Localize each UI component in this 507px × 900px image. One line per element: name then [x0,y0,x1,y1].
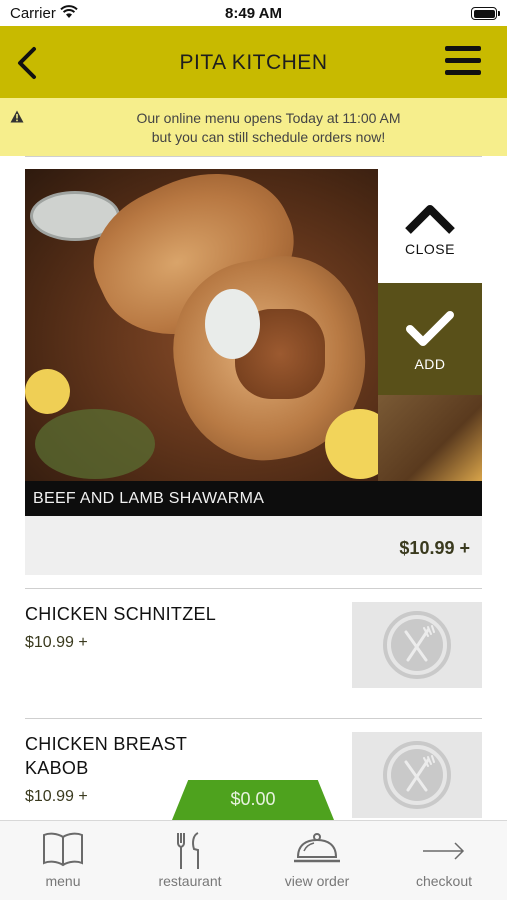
fork-knife-icon [127,831,253,871]
tab-checkout[interactable]: checkout [381,821,507,900]
notice-text: Our online menu opens Today at 11:00 AM … [30,109,507,147]
tab-restaurant[interactable]: restaurant [127,821,253,900]
status-bar: Carrier 8:49 AM [0,0,507,26]
sauce-shape [205,289,260,359]
item-price: $10.99 + [25,634,88,651]
add-label: ADD [414,356,446,372]
fork-knife-placeholder-icon [383,741,451,809]
close-button[interactable]: CLOSE [378,169,482,283]
featured-item-price: $10.99 + [399,538,470,558]
item-thumbnail[interactable] [352,602,482,688]
nav-bar: PITA KITCHEN [0,26,507,98]
arrow-right-icon [381,831,507,867]
featured-item-price-row: $10.99 + [25,516,482,575]
divider [25,588,482,589]
cloche-icon [254,831,380,867]
item-name: CHICKEN SCHNITZEL [25,604,217,624]
tab-label: checkout [415,873,473,889]
item-name: CHICKEN BREAST KABOB [25,732,187,780]
lemon-shape [25,369,70,414]
tab-bar: menu restaurant view order checkout [0,820,507,900]
notice-line-1: Our online menu opens Today at 11:00 AM [136,110,401,126]
page-title: PITA KITCHEN [179,51,328,74]
divider [25,718,482,719]
warning-icon [10,110,24,123]
tab-label: view order [284,873,350,889]
tab-menu[interactable]: menu [0,821,126,900]
hamburger-bar [445,58,481,63]
divider [25,156,482,157]
photo-edge [378,395,482,481]
checkmark-icon [378,309,482,349]
item-thumbnail[interactable] [352,732,482,818]
item-name-line: KABOB [25,758,89,778]
add-button[interactable]: ADD [378,283,482,395]
tab-label: menu [45,873,81,889]
tab-label: restaurant [158,873,222,889]
cart-total: $0.00 [230,789,276,809]
fork-knife-placeholder-icon [383,611,451,679]
schedule-notice-banner: Our online menu opens Today at 11:00 AM … [0,98,507,156]
close-label: CLOSE [405,241,455,257]
tab-view-order[interactable]: view order [254,821,380,900]
item-price: $10.99 + [25,788,88,805]
hamburger-bar [445,70,481,75]
notice-line-2: but you can still schedule orders now! [151,129,386,145]
featured-item-name: BEEF AND LAMB SHAWARMA [33,490,265,507]
item-name-line: CHICKEN BREAST [25,734,188,754]
cart-total-button[interactable]: $0.00 [172,780,334,820]
battery-icon [471,7,500,20]
hamburger-menu-button[interactable] [445,46,481,78]
status-time: 8:49 AM [225,5,282,22]
hamburger-bar [445,46,481,51]
herb-shape [35,409,155,479]
book-icon [0,831,126,867]
featured-item-caption: BEEF AND LAMB SHAWARMA [25,481,482,516]
chevron-up-icon [378,201,482,235]
shawarma-photo[interactable] [25,169,378,481]
